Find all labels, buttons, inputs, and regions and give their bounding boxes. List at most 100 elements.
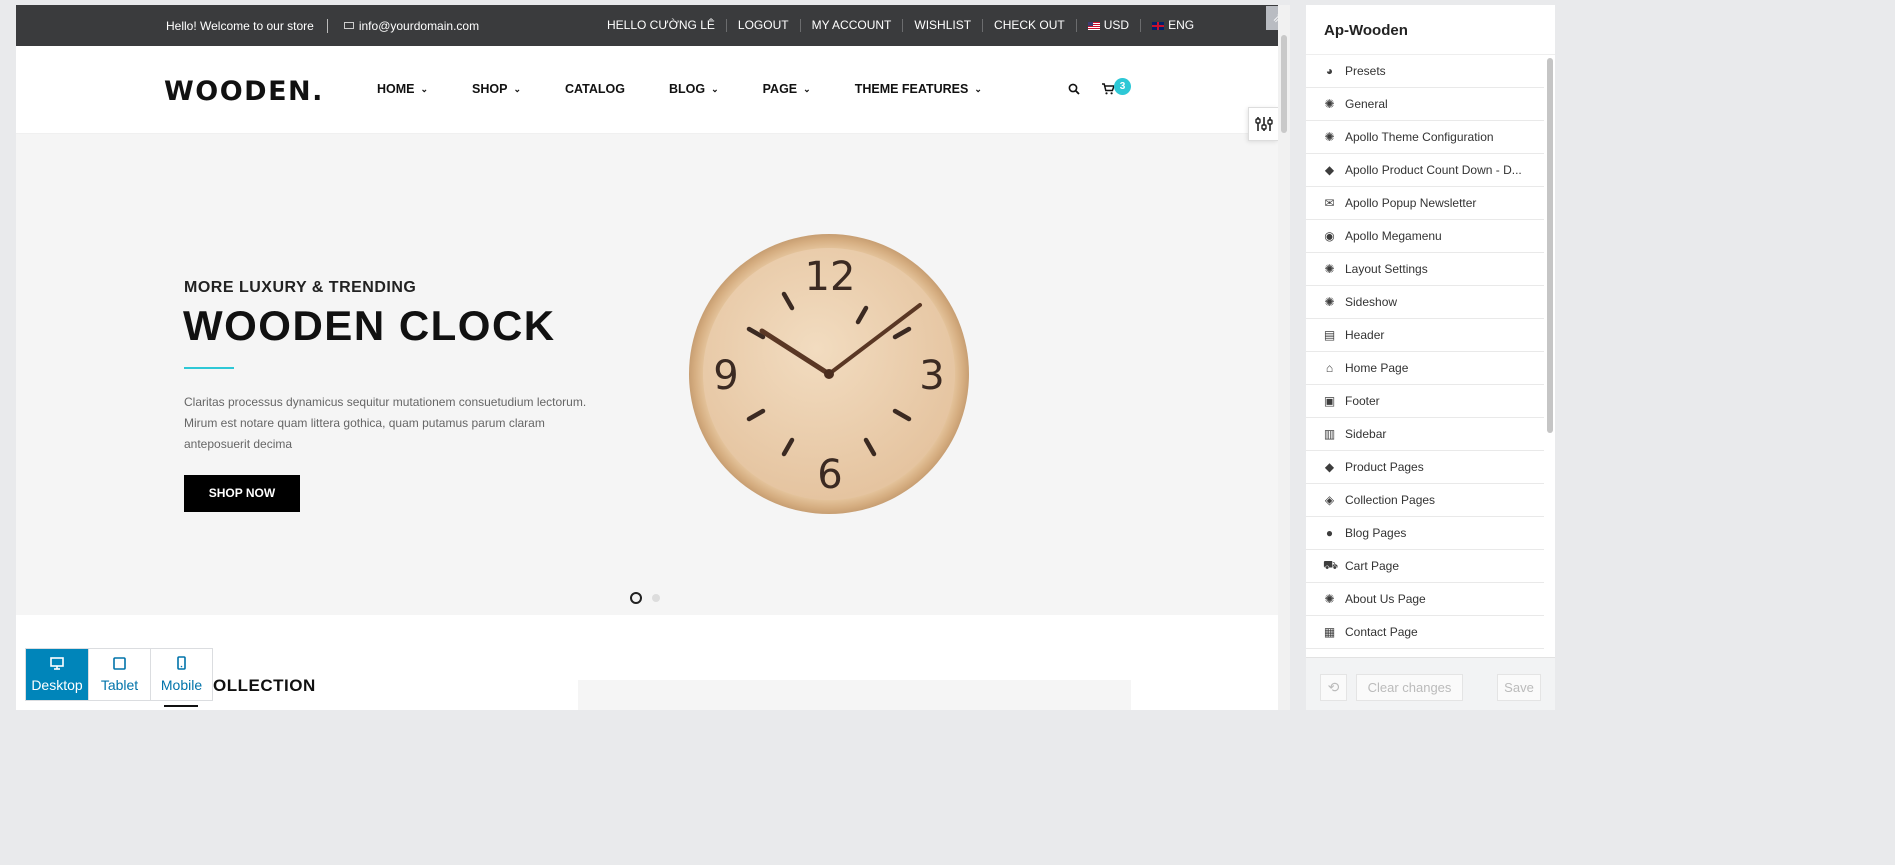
gear-icon: ✺ [1324, 97, 1335, 111]
panel-item-product-countdown[interactable]: ◆ Apollo Product Count Down - D... [1306, 154, 1544, 187]
device-label: Tablet [100, 676, 139, 693]
store-preview: Hello! Welcome to our store info@yourdom… [16, 5, 1278, 710]
panel-item-layout-settings[interactable]: ✺ Layout Settings [1306, 253, 1544, 286]
topbar-links: HELLO CƯỜNG LÊ LOGOUT MY ACCOUNT WISHLIS… [607, 5, 1205, 46]
panel-item-label: Product Pages [1345, 460, 1424, 474]
panel-item-product-pages[interactable]: ◆ Product Pages [1306, 451, 1544, 484]
contact-card-icon: ▦ [1323, 625, 1336, 639]
mobile-icon [177, 656, 186, 672]
panel-item-presets[interactable]: ◕ Presets [1306, 55, 1544, 88]
gear-icon: ✺ [1324, 262, 1335, 276]
slider-dot-2[interactable] [652, 594, 660, 602]
panel-item-sidebar[interactable]: ▥ Sidebar [1306, 418, 1544, 451]
panel-item-label: Contact Page [1345, 625, 1418, 639]
compass-icon: ◉ [1324, 229, 1335, 243]
topbar-left: Hello! Welcome to our store info@yourdom… [166, 5, 479, 46]
nav-theme-features[interactable]: THEME FEATURES ⌄ [855, 82, 982, 96]
email-link[interactable]: info@yourdomain.com [359, 19, 479, 33]
device-tablet-button[interactable]: Tablet [88, 649, 150, 700]
currency-label: USD [1103, 18, 1130, 32]
clock-number-3: 3 [919, 353, 944, 399]
slide-title: WOODEN CLOCK [183, 302, 556, 349]
topbar-divider [326, 18, 328, 33]
checkout-link[interactable]: CHECK OUT [982, 19, 1076, 32]
envelope-icon [343, 22, 354, 29]
panel-item-home-page[interactable]: ⌂ Home Page [1306, 352, 1544, 385]
panel-item-label: Cart Page [1345, 559, 1400, 573]
panel-item-label: Presets [1345, 64, 1386, 78]
theme-tools-toggle[interactable] [1248, 107, 1278, 141]
device-desktop-button[interactable]: Desktop [26, 649, 88, 700]
account-greeting-link[interactable]: HELLO CƯỜNG LÊ [607, 19, 726, 32]
sliders-icon [1254, 117, 1273, 131]
chevron-down-icon: ⌄ [711, 83, 719, 94]
main-navigation: HOME ⌄ SHOP ⌄ CATALOG BLOG ⌄ PAGE ⌄ THEME FE… [377, 82, 1026, 96]
panel-item-blog-pages[interactable]: ● Blog Pages [1306, 517, 1544, 550]
us-flag-icon [1087, 21, 1100, 30]
save-button[interactable]: Save [1497, 674, 1541, 701]
preview-scrollbar[interactable] [1278, 5, 1290, 710]
panel-scrollbar[interactable] [1547, 58, 1553, 433]
panel-item-label: Header [1345, 328, 1385, 342]
undo-button[interactable]: ⟲ [1320, 674, 1347, 701]
language-label: ENG [1168, 18, 1195, 32]
clear-changes-button[interactable]: Clear changes [1356, 674, 1463, 701]
slide-accent-line [184, 367, 234, 369]
panel-item-label: Footer [1345, 394, 1380, 408]
panel-item-header[interactable]: ▤ Header [1306, 319, 1544, 352]
device-label: Mobile [160, 677, 203, 693]
wishlist-link[interactable]: WISHLIST [902, 19, 982, 32]
panel-item-sideshow[interactable]: ✺ Sideshow [1306, 286, 1544, 319]
chevron-down-icon: ⌄ [420, 83, 429, 94]
device-mobile-button[interactable]: Mobile [150, 649, 212, 700]
nav-label: CATALOG [565, 82, 625, 96]
footer-layout-icon: ▣ [1323, 394, 1336, 408]
clock-number-9: 9 [713, 353, 738, 399]
nav-label: THEME FEATURES [854, 82, 969, 96]
panel-item-label: Apollo Megamenu [1345, 229, 1442, 243]
panel-item-collection-pages[interactable]: ◈ Collection Pages [1306, 484, 1544, 517]
desktop-icon [50, 656, 64, 672]
customizer-panel: Ap-Wooden ◕ Presets ✺ General ✺ Apollo Them… [1306, 5, 1555, 710]
panel-item-megamenu[interactable]: ◉ Apollo Megamenu [1306, 220, 1544, 253]
welcome-text: Hello! Welcome to our store [166, 18, 314, 33]
nav-home[interactable]: HOME ⌄ [377, 82, 428, 96]
product-banner-placeholder [578, 680, 1131, 710]
nav-page[interactable]: PAGE ⌄ [763, 82, 811, 96]
panel-item-cart-page[interactable]: ⛟ Cart Page [1306, 550, 1544, 583]
panel-item-contact-page[interactable]: ▦ Contact Page [1306, 616, 1544, 649]
panel-item-label: Home Page [1345, 361, 1409, 375]
tag-icon: ◆ [1324, 163, 1335, 177]
device-label: Desktop [31, 676, 83, 693]
panel-item-general[interactable]: ✺ General [1306, 88, 1544, 121]
panel-item-label: Sidebar [1345, 427, 1387, 441]
panel-item-theme-configuration[interactable]: ✺ Apollo Theme Configuration [1306, 121, 1544, 154]
uk-flag-icon [1152, 21, 1165, 30]
tablet-icon [113, 656, 126, 672]
panel-item-footer[interactable]: ▣ Footer [1306, 385, 1544, 418]
nav-label: HOME [377, 82, 415, 96]
panel-item-popup-newsletter[interactable]: ✉ Apollo Popup Newsletter [1306, 187, 1544, 220]
panel-item-label: About Us Page [1345, 592, 1426, 606]
search-icon[interactable] [1068, 83, 1080, 98]
nav-catalog[interactable]: CATALOG [565, 82, 625, 96]
preview-scrollbar-thumb[interactable] [1281, 35, 1287, 133]
nav-blog[interactable]: BLOG ⌄ [669, 82, 719, 96]
panel-item-label: Apollo Theme Configuration [1345, 130, 1494, 144]
my-account-link[interactable]: MY ACCOUNT [799, 19, 903, 32]
panel-item-about-us-page[interactable]: ✺ About Us Page [1306, 583, 1544, 616]
nav-label: BLOG [668, 82, 706, 96]
store-logo[interactable]: WOODEN. [164, 76, 324, 107]
nav-shop[interactable]: SHOP ⌄ [472, 82, 521, 96]
panel-item-label: Apollo Product Count Down - D... [1345, 163, 1522, 177]
language-selector[interactable]: ENG [1140, 19, 1205, 32]
slider-dot-1[interactable] [630, 592, 642, 604]
logout-link[interactable]: LOGOUT [725, 19, 800, 32]
panel-item-label: Layout Settings [1345, 262, 1428, 276]
clock-number-6: 6 [817, 452, 842, 498]
gear-icon: ✺ [1324, 295, 1335, 309]
currency-selector[interactable]: USD [1075, 18, 1140, 32]
chevron-down-icon: ⌄ [974, 83, 982, 94]
shop-now-button[interactable]: SHOP NOW [184, 475, 300, 512]
home-icon: ⌂ [1325, 361, 1334, 375]
